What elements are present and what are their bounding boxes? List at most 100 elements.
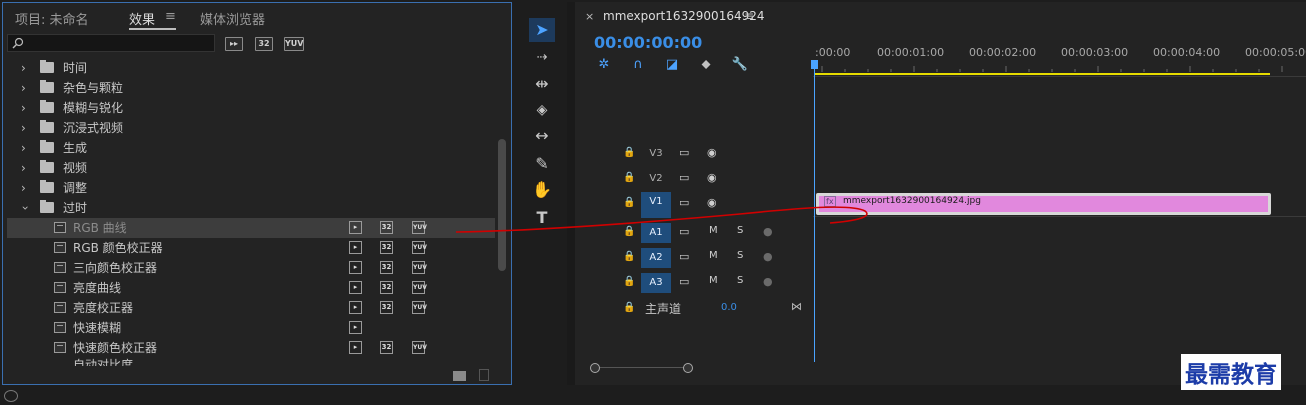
effect-item[interactable]: 自动对比度 (7, 358, 495, 366)
mute-button[interactable]: M (709, 250, 718, 261)
folder-adjust[interactable]: › 调整 (7, 178, 495, 198)
new-bin-folder-icon[interactable] (453, 371, 466, 381)
chevron-right-icon[interactable]: › (21, 58, 26, 78)
work-area-bar[interactable] (814, 73, 1270, 75)
slip-tool-icon[interactable]: ↔ (529, 124, 555, 148)
folder-immersive-video[interactable]: › 沉浸式视频 (7, 118, 495, 138)
eye-icon[interactable]: ◉ (707, 171, 717, 184)
solo-button[interactable]: S (737, 275, 743, 286)
32bit-badge: 32 (380, 221, 393, 234)
chevron-right-icon[interactable]: › (21, 118, 26, 138)
panel-splitter[interactable] (567, 2, 575, 385)
folder-video[interactable]: › 视频 (7, 158, 495, 178)
track-divider (813, 216, 1306, 217)
linked-selection-icon[interactable]: ◪ (663, 56, 681, 74)
accelerated-effects-filter-icon[interactable]: ▸▸ (225, 37, 243, 51)
folder-icon (40, 60, 54, 73)
effect-item[interactable]: 亮度校正器 ▸ 32 YUV (7, 298, 495, 318)
accelerated-icon: ▸ (349, 301, 362, 314)
folder-label: 模糊与锐化 (63, 101, 124, 115)
folder-time[interactable]: › 时间 (7, 58, 495, 78)
track-name[interactable]: A2 (641, 248, 671, 268)
effect-item[interactable]: RGB 曲线 ▸ 32 YUV (7, 218, 495, 238)
track-name[interactable]: V3 (641, 144, 671, 164)
nest-icon[interactable]: ✲ (595, 56, 613, 74)
solo-button[interactable]: S (737, 250, 743, 261)
lock-icon[interactable]: 🔒 (623, 147, 635, 158)
32bit-badge: 32 (380, 281, 393, 294)
effect-item[interactable]: RGB 颜色校正器 ▸ 32 YUV (7, 238, 495, 258)
mute-button[interactable]: M (709, 275, 718, 286)
ruler-label: 00:00:05:00 (1245, 46, 1306, 59)
add-marker-icon[interactable]: ⬥ (697, 56, 715, 74)
lock-icon[interactable]: 🔒 (623, 302, 635, 313)
effect-label: 快速模糊 (73, 321, 122, 335)
effect-icon (54, 342, 66, 353)
effect-item[interactable]: 快速颜色校正器 ▸ 32 YUV (7, 338, 495, 358)
ruler-label: 00:00:02:00 (969, 46, 1037, 59)
lock-icon[interactable]: 🔒 (623, 251, 635, 262)
creative-cloud-icon[interactable] (4, 390, 18, 402)
sync-lock-icon[interactable]: ▭ (679, 275, 689, 288)
chevron-right-icon[interactable]: › (21, 78, 26, 98)
tab-effects-menu-icon[interactable]: ≡ (165, 9, 176, 24)
folder-generate[interactable]: › 生成 (7, 138, 495, 158)
sync-lock-icon[interactable]: ▭ (679, 250, 689, 263)
master-track-label: 主声道 (645, 302, 682, 316)
sync-lock-icon[interactable]: ▭ (679, 146, 689, 159)
effect-label: RGB 曲线 (73, 221, 127, 235)
folder-obsolete[interactable]: › 过时 (7, 198, 495, 218)
tab-media-browser[interactable]: 媒体浏览器 (200, 9, 265, 28)
sequence-tab[interactable]: mmexport1632900164924 (603, 9, 765, 23)
sequence-menu-icon[interactable]: ≡ (744, 9, 754, 23)
search-input[interactable] (7, 34, 215, 52)
chevron-right-icon[interactable]: › (21, 138, 26, 158)
folder-icon (40, 160, 54, 173)
bowtie-icon[interactable]: ⋈ (791, 300, 802, 313)
folder-blur-sharpen[interactable]: › 模糊与锐化 (7, 98, 495, 118)
eye-icon[interactable]: ◉ (707, 146, 717, 159)
close-icon[interactable]: × (585, 10, 594, 23)
microphone-icon[interactable]: ● (763, 250, 773, 263)
32bit-filter-button[interactable]: 32 (255, 37, 273, 51)
yuv-badge: YUV (412, 221, 427, 234)
chevron-right-icon[interactable]: › (21, 178, 26, 198)
snap-icon[interactable]: ∩ (629, 56, 647, 74)
chevron-down-icon[interactable]: › (15, 206, 35, 211)
lock-icon[interactable]: 🔒 (623, 172, 635, 183)
track-name[interactable]: V2 (641, 169, 671, 189)
zoom-handle-right[interactable] (683, 363, 693, 373)
folder-label: 视频 (63, 161, 88, 175)
folder-icon (40, 100, 54, 113)
tab-project[interactable]: 项目: 未命名 (15, 9, 89, 28)
video-clip[interactable]: fx mmexport1632900164924.jpg (816, 193, 1271, 215)
chevron-right-icon[interactable]: › (21, 98, 26, 118)
timecode-display[interactable]: 00:00:00:00 (594, 33, 702, 52)
track-name[interactable]: A3 (641, 273, 671, 293)
playhead-handle[interactable] (811, 60, 818, 69)
effect-item[interactable]: 亮度曲线 ▸ 32 YUV (7, 278, 495, 298)
ruler-label: 00:00:04:00 (1153, 46, 1221, 59)
effect-item[interactable]: 三向颜色校正器 ▸ 32 YUV (7, 258, 495, 278)
lock-icon[interactable]: 🔒 (623, 276, 635, 287)
time-ruler[interactable] (813, 60, 1306, 76)
zoom-scrollbar[interactable] (594, 367, 688, 368)
effect-item[interactable]: 快速模糊 ▸ (7, 318, 495, 338)
microphone-icon[interactable]: ● (763, 275, 773, 288)
sync-lock-icon[interactable]: ▭ (679, 171, 689, 184)
wrench-icon[interactable]: 🔧 (731, 56, 749, 74)
ripple-edit-tool-icon[interactable]: ⇹ (529, 72, 555, 96)
chevron-right-icon[interactable]: › (21, 158, 26, 178)
master-volume-value[interactable]: 0.0 (721, 302, 737, 313)
trash-icon[interactable] (479, 369, 489, 381)
track-select-tool-icon[interactable]: ⇢ (529, 46, 555, 70)
effects-panel: 项目: 未命名 效果 ≡ 媒体浏览器 ▸▸ 32 YUV › 时间 › 杂色与颗粒 … (2, 2, 512, 385)
pen-tool-icon[interactable]: ✎ (529, 152, 555, 176)
tab-effects[interactable]: 效果 (129, 9, 155, 28)
yuv-badge: YUV (412, 301, 427, 314)
yuv-filter-button[interactable]: YUV (284, 37, 304, 51)
selection-tool-icon[interactable]: ➤ (529, 18, 555, 42)
zoom-handle-left[interactable] (590, 363, 600, 373)
folder-noise-grain[interactable]: › 杂色与颗粒 (7, 78, 495, 98)
razor-tool-icon[interactable]: ◈ (529, 98, 555, 122)
